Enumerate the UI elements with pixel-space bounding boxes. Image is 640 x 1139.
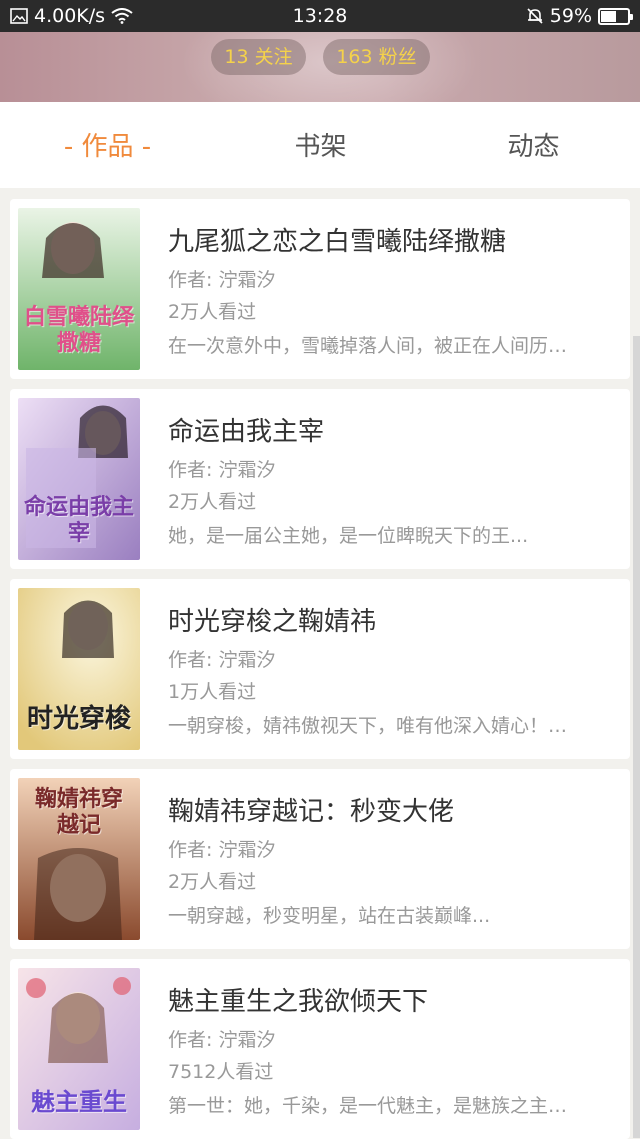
book-views: 2万人看过 (168, 301, 257, 323)
cover-title: 魅主重生 (31, 1087, 127, 1116)
cover-title: 命运由我主宰 (24, 494, 135, 546)
book-author: 作者: 泞霜汐 (168, 839, 276, 861)
battery-icon (598, 7, 633, 25)
book-views: 7512人看过 (168, 1061, 274, 1083)
mute-bell-icon (527, 8, 543, 24)
tab-activity[interactable]: 动态 (446, 102, 621, 188)
fans-count-button[interactable]: 163 粉丝 (323, 39, 430, 75)
cover-title: 白雪曦陆绎撒糖 (24, 304, 135, 356)
book-cover[interactable]: 魅主重生 (18, 968, 140, 1130)
battery-level (601, 10, 616, 22)
book-card[interactable]: 命运由我主宰 命运由我主宰 作者: 泞霜汐 2万人看过 她，是一届公主她，是一位… (10, 389, 630, 569)
book-title: 魅主重生之我欲倾天下 (168, 987, 429, 1017)
book-description: 一朝穿越，秒变明星，站在古装巅峰... (168, 905, 491, 927)
book-description: 第一世：她，千染，是一代魅主，是魅族之主… (168, 1095, 568, 1117)
book-author: 作者: 泞霜汐 (168, 269, 276, 291)
book-cover[interactable]: 鞠婧祎穿越记 (18, 778, 140, 940)
book-card[interactable]: 鞠婧祎穿越记 鞠婧祎穿越记：秒变大佬 作者: 泞霜汐 2万人看过 一朝穿越，秒变… (10, 769, 630, 949)
book-cover[interactable]: 命运由我主宰 (18, 398, 140, 560)
battery-percent: 59% (549, 5, 592, 27)
book-card[interactable]: 时光穿梭 时光穿梭之鞠婧祎 作者: 泞霜汐 1万人看过 一朝穿梭，婧祎傲视天下，… (10, 579, 630, 759)
tab-label: 作品 (81, 132, 134, 162)
following-count-button[interactable]: 13 关注 (211, 39, 306, 75)
book-views: 1万人看过 (168, 681, 257, 703)
scrollbar[interactable] (633, 336, 640, 1138)
book-author: 作者: 泞霜汐 (168, 1029, 276, 1051)
profile-banner: 13 关注 163 粉丝 (0, 32, 640, 102)
status-bar: 4.00K/s 13:28 59% (0, 0, 640, 32)
book-title: 鞠婧祎穿越记：秒变大佬 (168, 797, 455, 827)
book-title: 九尾狐之恋之白雪曦陆绎撒糖 (168, 227, 507, 257)
status-right: 59% (526, 0, 633, 32)
tab-works[interactable]: - 作品 - (20, 102, 195, 188)
active-tab-dash-left: - (63, 132, 74, 162)
cover-title: 时光穿梭 (26, 704, 131, 734)
book-author: 作者: 泞霜汐 (168, 649, 276, 671)
active-tab-dash-right: - (141, 132, 152, 162)
book-description: 一朝穿梭，婧祎傲视天下，唯有他深入婧心！… (168, 715, 568, 737)
book-author: 作者: 泞霜汐 (168, 459, 276, 481)
book-views: 2万人看过 (168, 871, 257, 893)
cover-title: 鞠婧祎穿越记 (34, 786, 123, 838)
book-card[interactable]: 白雪曦陆绎撒糖 九尾狐之恋之白雪曦陆绎撒糖 作者: 泞霜汐 2万人看过 在一次意… (10, 199, 630, 379)
book-title: 时光穿梭之鞠婧祎 (168, 607, 377, 637)
book-title: 命运由我主宰 (168, 417, 325, 447)
book-views: 2万人看过 (168, 491, 257, 513)
book-description: 她，是一届公主她，是一位睥睨天下的王... (168, 525, 529, 547)
book-card[interactable]: 魅主重生 魅主重生之我欲倾天下 作者: 泞霜汐 7512人看过 第一世：她，千染… (10, 959, 630, 1139)
book-description: 在一次意外中，雪曦掉落人间，被正在人间历… (168, 335, 568, 357)
tab-bookshelf[interactable]: 书架 (233, 102, 408, 188)
profile-tabs: - 作品 - 书架 动态 (0, 102, 640, 188)
book-cover[interactable]: 白雪曦陆绎撒糖 (18, 208, 140, 370)
book-cover[interactable]: 时光穿梭 (18, 588, 140, 750)
